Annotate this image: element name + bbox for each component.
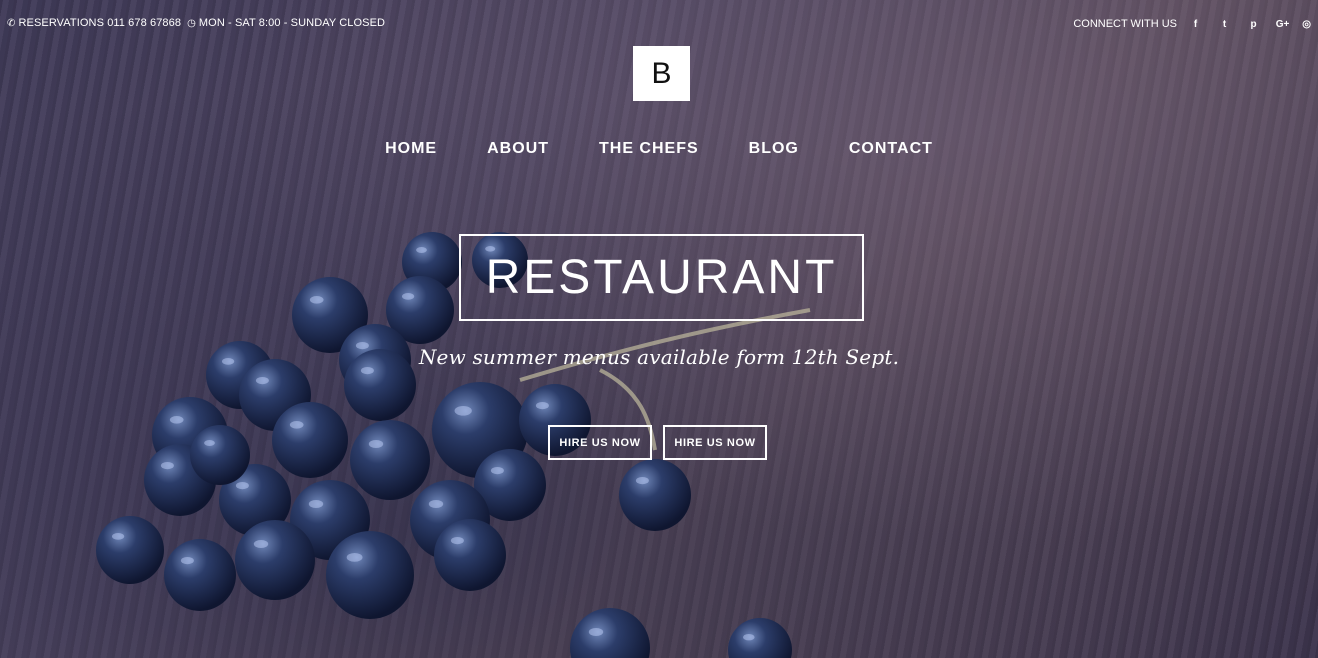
berry-highlight	[253, 540, 269, 548]
berry-highlight	[454, 406, 472, 416]
berry-highlight	[160, 462, 174, 470]
berry-highlight	[490, 467, 504, 475]
berry	[272, 402, 348, 478]
twitter-icon[interactable]: t	[1210, 19, 1239, 30]
hero-section: ✆ RESERVATIONS 011 678 67868 ◷ MON - SAT…	[0, 0, 1318, 658]
instagram-icon[interactable]: ◎	[1297, 19, 1311, 30]
contact-info: ✆ RESERVATIONS 011 678 67868 ◷ MON - SAT…	[7, 17, 385, 29]
connect-label: CONNECT WITH US	[1073, 18, 1177, 30]
berry-highlight	[289, 421, 304, 429]
nav-item-about[interactable]: ABOUT	[462, 140, 574, 158]
berry-highlight	[111, 533, 125, 540]
berry	[619, 459, 691, 531]
hero-tagline: New summer menus available form 12th Sep…	[418, 345, 900, 369]
berry-highlight	[235, 482, 249, 490]
facebook-icon[interactable]: f	[1181, 19, 1210, 30]
berry	[96, 516, 164, 584]
hire-us-button[interactable]: HIRE US NOW	[548, 425, 652, 460]
berry-highlight	[169, 416, 184, 424]
top-bar: ✆ RESERVATIONS 011 678 67868 ◷ MON - SAT…	[7, 17, 1311, 33]
berry-highlight	[204, 440, 215, 446]
berry-highlight	[416, 247, 427, 253]
site-logo[interactable]: B	[633, 46, 690, 101]
berry-highlight	[255, 377, 269, 385]
berry-highlight	[368, 440, 384, 448]
berry-highlight	[635, 477, 649, 485]
berry-highlight	[428, 500, 444, 508]
nav-item-home[interactable]: HOME	[360, 140, 462, 158]
hero-buttons: HIRE US NOW HIRE US NOW	[548, 425, 767, 460]
berry	[434, 519, 506, 591]
social-links: CONNECT WITH US f t p G+ ◎	[1073, 18, 1311, 30]
nav-item-contact[interactable]: CONTACT	[824, 140, 958, 158]
berry-highlight	[535, 402, 549, 410]
reservations-text: RESERVATIONS 011 678 67868	[18, 17, 182, 29]
clock-icon: ◷	[187, 17, 196, 29]
berry	[235, 520, 315, 600]
berry	[570, 608, 650, 658]
nav-item-the-chefs[interactable]: THE CHEFS	[574, 140, 724, 158]
hire-us-button-secondary[interactable]: HIRE US NOW	[663, 425, 767, 460]
nav-item-blog[interactable]: BLOG	[724, 140, 824, 158]
berry	[350, 420, 430, 500]
berry	[326, 531, 414, 619]
main-nav: HOME ABOUT THE CHEFS BLOG CONTACT	[0, 140, 1318, 158]
berry-highlight	[450, 537, 464, 545]
berry	[164, 539, 236, 611]
pinterest-icon[interactable]: p	[1239, 19, 1268, 30]
phone-icon: ✆	[7, 17, 16, 29]
berry-highlight	[588, 628, 604, 636]
hero-title: RESTAURANT	[459, 234, 864, 321]
berry	[190, 425, 250, 485]
opening-hours-text: MON - SAT 8:00 - SUNDAY CLOSED	[198, 17, 386, 29]
berry-highlight	[401, 293, 415, 300]
berry-highlight	[309, 296, 324, 304]
berry-highlight	[180, 557, 194, 565]
google-plus-icon[interactable]: G+	[1268, 19, 1297, 30]
berry-highlight	[346, 553, 363, 562]
berry-highlight	[308, 500, 324, 508]
berry-highlight	[743, 634, 755, 641]
berry	[728, 618, 792, 658]
